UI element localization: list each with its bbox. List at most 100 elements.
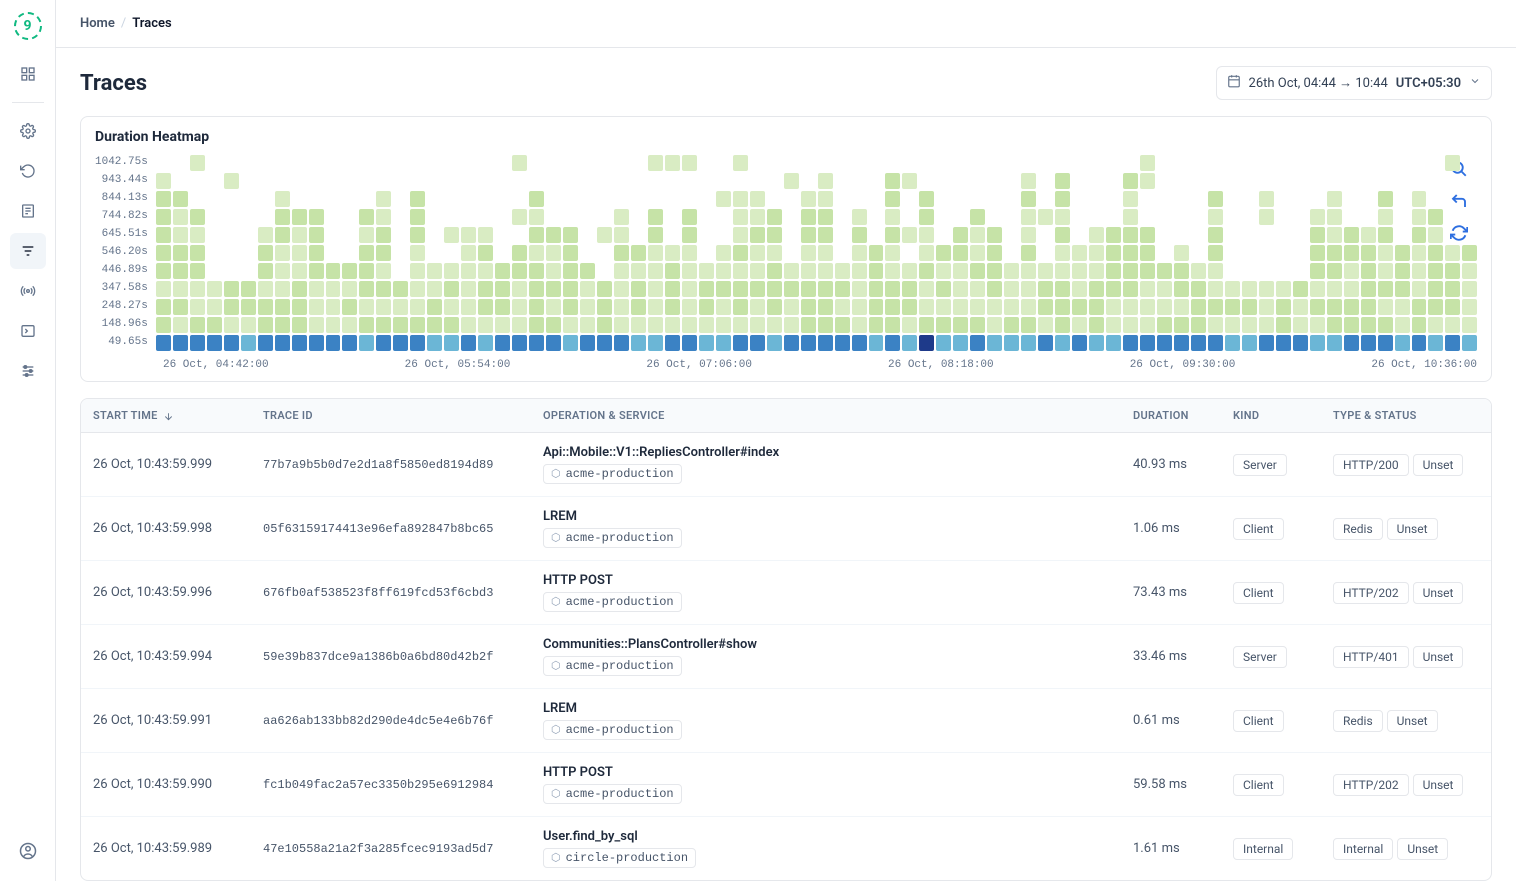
operation-name: LREM: [543, 509, 1109, 524]
heatmap-column: [682, 155, 697, 351]
broadcast-icon: [20, 283, 36, 299]
nav-dashboard[interactable]: [10, 56, 46, 92]
type-pill: Redis: [1333, 518, 1383, 540]
x-tick: 26 Oct, 04:42:00: [163, 359, 269, 371]
cell-duration: 73.43 ms: [1121, 561, 1221, 625]
type-pill: HTTP/401: [1333, 646, 1409, 668]
heatmap-column: [1445, 155, 1460, 351]
heatmap-column: [1055, 155, 1070, 351]
table-row[interactable]: 26 Oct, 10:43:59.996 676fb0af538523f8ff6…: [81, 561, 1491, 625]
breadcrumb-home[interactable]: Home: [80, 16, 115, 31]
hex-icon: ⬡: [551, 531, 561, 545]
y-tick: 49.65s: [95, 333, 148, 351]
th-operation[interactable]: OPERATION & SERVICE: [531, 399, 1121, 433]
cell-duration: 1.61 ms: [1121, 817, 1221, 881]
type-pill: Redis: [1333, 710, 1383, 732]
cell-operation: LREM ⬡acme-production: [531, 497, 1121, 561]
x-tick: 26 Oct, 05:54:00: [405, 359, 511, 371]
timezone-label: UTC+05:30: [1396, 76, 1461, 91]
cell-start-time: 26 Oct, 10:43:59.991: [81, 689, 251, 753]
service-badge[interactable]: ⬡acme-production: [543, 720, 682, 740]
table-row[interactable]: 26 Oct, 10:43:59.998 05f63159174413e96ef…: [81, 497, 1491, 561]
heatmap-column: [919, 155, 934, 351]
type-pill: HTTP/202: [1333, 774, 1409, 796]
user-icon: [19, 842, 37, 860]
heatmap-column: [665, 155, 680, 351]
nav-console[interactable]: [10, 313, 46, 349]
y-tick: 248.27s: [95, 297, 148, 315]
y-tick: 943.44s: [95, 171, 148, 189]
heatmap-column: [733, 155, 748, 351]
cell-trace-id: fc1b049fac2a57ec3350b295e6912984: [251, 753, 531, 817]
heatmap-column: [173, 155, 188, 351]
service-badge[interactable]: ⬡acme-production: [543, 784, 682, 804]
logo[interactable]: 9: [14, 12, 42, 40]
heatmap-column: [512, 155, 527, 351]
th-trace-id[interactable]: TRACE ID: [251, 399, 531, 433]
heatmap-column: [869, 155, 884, 351]
x-tick: 26 Oct, 09:30:00: [1130, 359, 1236, 371]
cell-type-status: HTTP/200Unset: [1321, 433, 1491, 497]
heatmap-column: [376, 155, 391, 351]
nav-traces[interactable]: [10, 233, 46, 269]
sidebar-divider: [12, 102, 44, 103]
kind-pill: Client: [1233, 774, 1284, 796]
nav-refresh[interactable]: [10, 153, 46, 189]
service-badge[interactable]: ⬡acme-production: [543, 464, 682, 484]
nav-broadcast[interactable]: [10, 273, 46, 309]
operation-name: LREM: [543, 701, 1109, 716]
hex-icon: ⬡: [551, 851, 561, 865]
service-badge[interactable]: ⬡acme-production: [543, 528, 682, 548]
cell-operation: HTTP POST ⬡acme-production: [531, 561, 1121, 625]
cell-kind: Client: [1221, 497, 1321, 561]
table-row[interactable]: 26 Oct, 10:43:59.990 fc1b049fac2a57ec335…: [81, 753, 1491, 817]
y-tick: 148.96s: [95, 315, 148, 333]
table-row[interactable]: 26 Oct, 10:43:59.994 59e39b837dce9a1386b…: [81, 625, 1491, 689]
nav-settings[interactable]: [10, 113, 46, 149]
hex-icon: ⬡: [551, 467, 561, 481]
th-start-time[interactable]: START TIME: [81, 399, 251, 433]
x-tick: 26 Oct, 08:18:00: [888, 359, 994, 371]
heatmap-column: [1106, 155, 1121, 351]
heatmap-column: [190, 155, 205, 351]
cell-kind: Server: [1221, 625, 1321, 689]
heatmap-column: [241, 155, 256, 351]
heatmap-column: [156, 155, 171, 351]
service-badge[interactable]: ⬡acme-production: [543, 656, 682, 676]
nav-sliders[interactable]: [10, 353, 46, 389]
cell-duration: 0.61 ms: [1121, 689, 1221, 753]
nav-account[interactable]: [10, 833, 46, 869]
type-pill: HTTP/200: [1333, 454, 1409, 476]
heatmap-column: [1428, 155, 1443, 351]
heatmap-column: [478, 155, 493, 351]
th-kind[interactable]: KIND: [1221, 399, 1321, 433]
cell-operation: LREM ⬡acme-production: [531, 689, 1121, 753]
sort-desc-icon: [163, 411, 174, 422]
nav-logs[interactable]: [10, 193, 46, 229]
cell-start-time: 26 Oct, 10:43:59.989: [81, 817, 251, 881]
cell-type-status: RedisUnset: [1321, 497, 1491, 561]
hex-icon: ⬡: [551, 787, 561, 801]
table-row[interactable]: 26 Oct, 10:43:59.991 aa626ab133bb82d290d…: [81, 689, 1491, 753]
heatmap-column: [987, 155, 1002, 351]
cell-type-status: HTTP/202Unset: [1321, 753, 1491, 817]
calendar-icon: [1227, 74, 1241, 92]
table-row[interactable]: 26 Oct, 10:43:59.999 77b7a9b5b0d7e2d1a8f…: [81, 433, 1491, 497]
heatmap-column: [1395, 155, 1410, 351]
heatmap-body[interactable]: [156, 151, 1477, 351]
th-duration[interactable]: DURATION: [1121, 399, 1221, 433]
service-badge[interactable]: ⬡circle-production: [543, 848, 696, 868]
heatmap-column: [801, 155, 816, 351]
th-type-status[interactable]: TYPE & STATUS: [1321, 399, 1491, 433]
status-pill: Unset: [1397, 838, 1448, 860]
cell-kind: Server: [1221, 433, 1321, 497]
heatmap-column: [1378, 155, 1393, 351]
table-row[interactable]: 26 Oct, 10:43:59.989 47e10558a21a2f3a285…: [81, 817, 1491, 881]
service-badge[interactable]: ⬡acme-production: [543, 592, 682, 612]
cell-trace-id: 676fb0af538523f8ff619fcd53f6cbd3: [251, 561, 531, 625]
time-range-picker[interactable]: 26th Oct, 04:44 → 10:44 UTC+05:30: [1216, 66, 1492, 100]
cell-trace-id: 47e10558a21a2f3a285fcec9193ad5d7: [251, 817, 531, 881]
cell-kind: Client: [1221, 561, 1321, 625]
status-pill: Unset: [1387, 518, 1438, 540]
y-tick: 744.82s: [95, 207, 148, 225]
